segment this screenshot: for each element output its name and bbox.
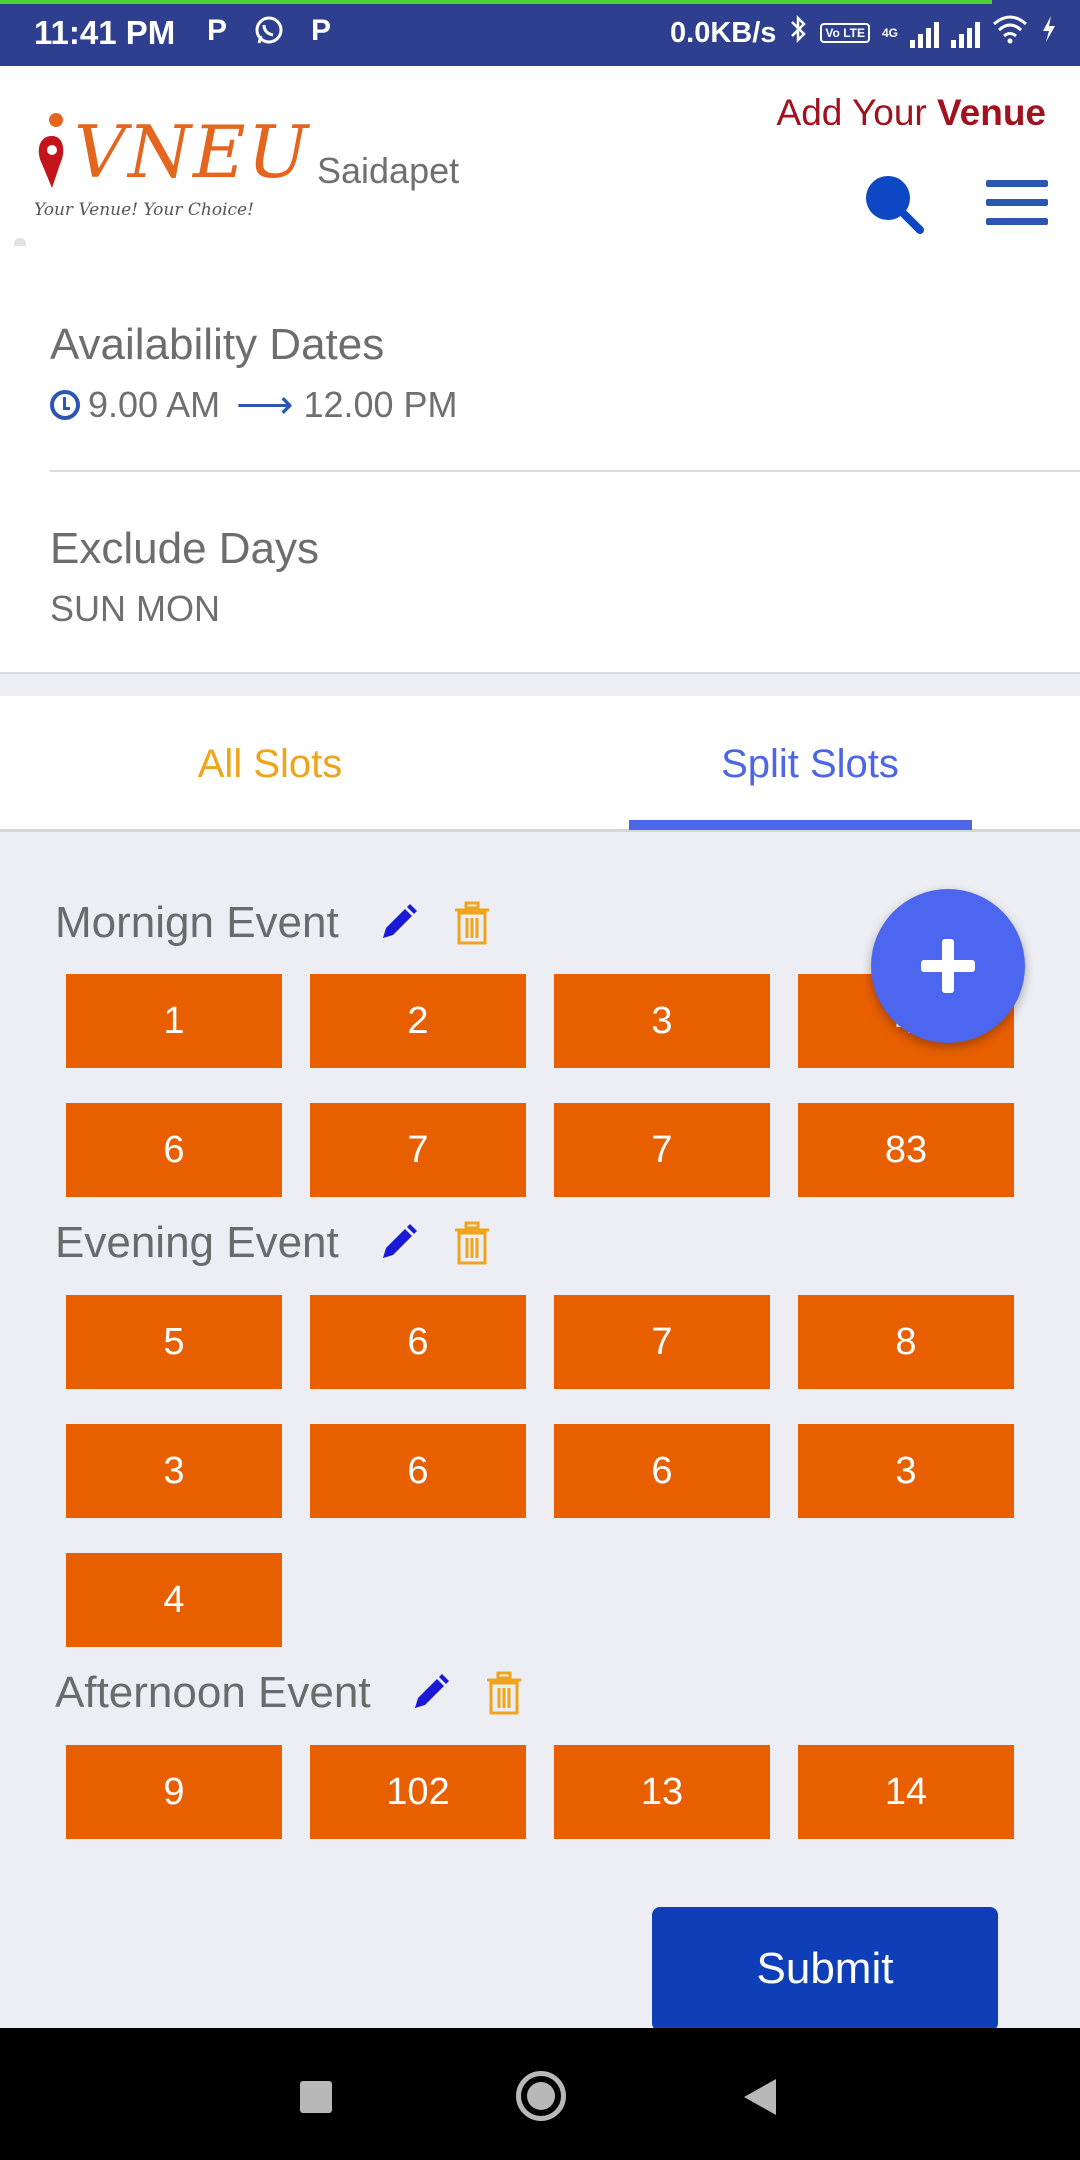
slot-button[interactable]: 6 (310, 1295, 526, 1389)
start-time: 9.00 AM (88, 384, 221, 425)
tab-all-slots[interactable]: All Slots (0, 696, 540, 832)
system-nav-bar (0, 2028, 1080, 2160)
slot-button[interactable]: 1 (66, 974, 282, 1068)
trash-icon[interactable] (453, 1221, 491, 1265)
whatsapp-icon (252, 14, 286, 48)
location-label[interactable]: Saidapet (317, 150, 459, 192)
status-bar: 11:41 PM P P 0.0KB/s Vo LTE 4G (0, 0, 1080, 66)
clock-icon (50, 390, 80, 420)
back-icon[interactable] (744, 2079, 776, 2115)
app-header: VNEU Your Venue! Your Choice! Saidapet A… (0, 66, 1080, 246)
slot-button[interactable]: 3 (798, 1424, 1014, 1518)
availability-times: 9.00 AM ⟶ 12.00 PM (50, 384, 458, 426)
slot-button[interactable]: 7 (554, 1103, 770, 1197)
divider (50, 470, 1080, 472)
slot-button[interactable]: 5 (66, 1295, 282, 1389)
edit-pencil-icon[interactable] (377, 902, 419, 944)
arrow-right-icon: ⟶ (236, 383, 294, 427)
network-speed: 0.0KB/s (670, 16, 777, 49)
logo[interactable]: VNEU Your Venue! Your Choice! (30, 112, 308, 222)
logo-tagline: Your Venue! Your Choice! (34, 200, 254, 220)
p-icon: P (310, 14, 331, 47)
hamburger-menu-icon[interactable] (986, 180, 1048, 226)
p-icon: P (206, 14, 227, 47)
location-pin-icon (38, 113, 64, 188)
event-title: Evening Event (55, 1218, 491, 1268)
section-separator (0, 672, 1080, 696)
slot-button[interactable]: 9 (66, 1745, 282, 1839)
slot-button[interactable]: 3 (66, 1424, 282, 1518)
event-name: Afternoon Event (55, 1668, 371, 1717)
notification-icons: P P (200, 14, 338, 48)
bluetooth-icon (788, 14, 808, 52)
slot-button[interactable]: 13 (554, 1745, 770, 1839)
event-name: Evening Event (55, 1218, 339, 1267)
availability-title: Availability Dates (50, 320, 385, 369)
slot-button[interactable]: 6 (66, 1103, 282, 1197)
exclude-title: Exclude Days (50, 524, 320, 573)
status-right: 0.0KB/s Vo LTE 4G (670, 14, 1058, 52)
trash-icon[interactable] (485, 1671, 523, 1715)
edit-pencil-icon[interactable] (377, 1222, 419, 1264)
add-venue-bold: Venue (937, 92, 1046, 133)
recent-apps-icon[interactable] (300, 2081, 332, 2113)
status-time: 11:41 PM (34, 14, 176, 51)
slot-button[interactable]: 4 (66, 1553, 282, 1647)
add-venue-link[interactable]: Add Your Venue (777, 92, 1046, 134)
event-title: Afternoon Event (55, 1668, 523, 1718)
wifi-icon (992, 14, 1028, 52)
charging-icon (1040, 14, 1058, 52)
info-section: Availability Dates 9.00 AM ⟶ 12.00 PM Ex… (0, 246, 1080, 670)
slot-button[interactable]: 6 (554, 1424, 770, 1518)
slot-button[interactable]: 8 (798, 1295, 1014, 1389)
end-time: 12.00 PM (303, 384, 458, 425)
add-fab-button[interactable] (871, 889, 1025, 1043)
slot-button[interactable]: 7 (310, 1103, 526, 1197)
slot-button[interactable]: 102 (310, 1745, 526, 1839)
slot-button[interactable]: 2 (310, 974, 526, 1068)
slot-button[interactable]: 83 (798, 1103, 1014, 1197)
event-name: Mornign Event (55, 898, 339, 947)
network-type: 4G (881, 26, 898, 40)
exclude-days: SUN MON (50, 588, 220, 629)
slot-button[interactable]: 7 (554, 1295, 770, 1389)
search-icon[interactable] (862, 172, 926, 236)
signal-icon (910, 18, 939, 48)
event-title: Mornign Event (55, 898, 491, 948)
trash-icon[interactable] (453, 901, 491, 945)
home-icon[interactable] (516, 2071, 566, 2121)
edit-pencil-icon[interactable] (409, 1672, 451, 1714)
slot-button[interactable]: 6 (310, 1424, 526, 1518)
tab-split-slots[interactable]: Split Slots (540, 696, 1080, 832)
slot-tabs: All Slots Split Slots (0, 696, 1080, 832)
loading-progress (0, 0, 992, 4)
active-tab-indicator (629, 820, 972, 830)
volte-icon: Vo LTE (820, 23, 870, 43)
logo-text: VNEU (74, 110, 311, 194)
slot-button[interactable]: 3 (554, 974, 770, 1068)
add-venue-prefix: Add Your (776, 92, 937, 133)
signal-icon-2 (951, 18, 980, 48)
slot-button[interactable]: 14 (798, 1745, 1014, 1839)
submit-button[interactable]: Submit (652, 1907, 998, 2031)
